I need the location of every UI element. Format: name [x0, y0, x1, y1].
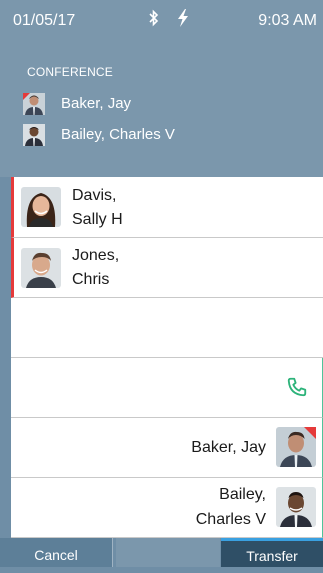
phone-icon[interactable] — [286, 376, 308, 403]
transfer-target-bailey[interactable]: Bailey, Charles V — [11, 478, 323, 538]
transfer-target-baker[interactable]: Baker, Jay — [11, 418, 323, 478]
conference-panel: CONFERENCE Baker, Jay Bailey, Charles V — [0, 40, 323, 177]
status-date: 01/05/17 — [13, 12, 76, 29]
avatar — [276, 487, 316, 527]
avatar — [276, 427, 316, 467]
transfer-target-name-line1: Bailey, — [219, 486, 266, 503]
held-call-name-line1: Jones, — [72, 247, 120, 264]
blank-softkey-button[interactable] — [116, 538, 220, 567]
held-call-name-line1: Davis, — [72, 187, 117, 204]
conference-member-name: Bailey, Charles V — [61, 126, 175, 143]
cancel-button[interactable]: Cancel — [0, 538, 113, 567]
left-strip — [0, 177, 11, 538]
held-call-name-line2: Sally H — [72, 211, 123, 228]
avatar — [21, 187, 61, 227]
avatar — [23, 124, 45, 146]
held-call-name-line2: Chris — [72, 271, 110, 288]
bottom-button-bar: Cancel Transfer — [0, 538, 323, 567]
transfer-target-name: Baker, Jay — [191, 439, 266, 456]
conference-member-name: Baker, Jay — [61, 95, 132, 112]
held-call-davis[interactable]: Davis, Sally H — [11, 177, 323, 238]
charging-bolt-icon — [176, 9, 190, 32]
held-call-jones[interactable]: Jones, Chris — [11, 238, 323, 298]
status-time: 9:03 AM — [258, 12, 317, 29]
empty-slot — [11, 298, 323, 358]
avatar — [21, 248, 61, 288]
avatar — [23, 93, 45, 115]
conference-title: CONFERENCE — [27, 65, 114, 79]
transfer-dial-row[interactable] — [11, 358, 323, 418]
transfer-target-name-line2: Charles V — [195, 511, 266, 528]
status-bar: 01/05/17 9:03 AM — [0, 0, 323, 40]
transfer-button[interactable]: Transfer — [221, 538, 323, 567]
bluetooth-icon — [148, 9, 160, 32]
